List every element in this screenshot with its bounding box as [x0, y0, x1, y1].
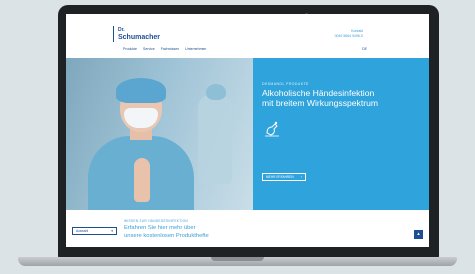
main-nav: Produkte Service Fachwissen Unternehmen [123, 47, 206, 51]
scroll-top-button[interactable]: ▴ [414, 230, 423, 239]
hero-section: DESMANOL PRODUKTE Alkoholische Händesinf… [66, 58, 429, 210]
site-header: Dr. Schumacher Produkte Service Fachwiss… [66, 14, 429, 58]
hero-headline: Alkoholische Händesinfektion mit breitem… [262, 88, 379, 108]
hero-eyebrow: DESMANOL PRODUKTE [262, 82, 309, 86]
logo-line2: Schumacher [118, 34, 161, 41]
header-contact[interactable]: Kontakt 0049 5664 9496-0 [335, 29, 363, 39]
nav-item-fachwissen[interactable]: Fachwissen [161, 47, 179, 51]
contact-phone: 0049 5664 9496-0 [334, 34, 363, 38]
hero-panel: DESMANOL PRODUKTE Alkoholische Händesinf… [253, 58, 429, 210]
background-person-cap [206, 84, 226, 100]
info-eyebrow: WISSEN ZUR HÄNDEDESINFEKTION [124, 219, 189, 223]
brand-logo[interactable]: Dr. Schumacher [113, 26, 160, 42]
logo-line1: Dr. [118, 27, 125, 33]
surgeon-hands [134, 158, 150, 202]
info-text[interactable]: Erfahren Sie hier mehr über unsere koste… [124, 224, 234, 240]
laptop-screen: Dr. Schumacher Produkte Service Fachwiss… [66, 14, 429, 247]
info-section: Auswahl ▾ WISSEN ZUR HÄNDEDESINFEKTION E… [66, 210, 429, 247]
background-person [198, 94, 232, 184]
product-select[interactable]: Auswahl ▾ [72, 227, 117, 235]
nav-item-service[interactable]: Service [143, 47, 155, 51]
nav-item-unternehmen[interactable]: Unternehmen [185, 47, 206, 51]
hero-photo [66, 58, 253, 210]
hand-disinfection-icon [265, 121, 279, 137]
more-info-button[interactable]: MEHR ERFAHREN › [262, 173, 306, 181]
arrow-right-icon: › [300, 174, 302, 179]
language-switch[interactable]: DE [362, 47, 367, 51]
arrow-up-icon: ▴ [417, 231, 420, 237]
laptop-notch [211, 257, 264, 261]
product-select-label: Auswahl [76, 229, 89, 233]
surgical-cap [116, 78, 166, 103]
nav-item-produkte[interactable]: Produkte [123, 47, 137, 51]
chevron-down-icon: ▾ [111, 229, 113, 233]
more-info-label: MEHR ERFAHREN [266, 175, 294, 179]
